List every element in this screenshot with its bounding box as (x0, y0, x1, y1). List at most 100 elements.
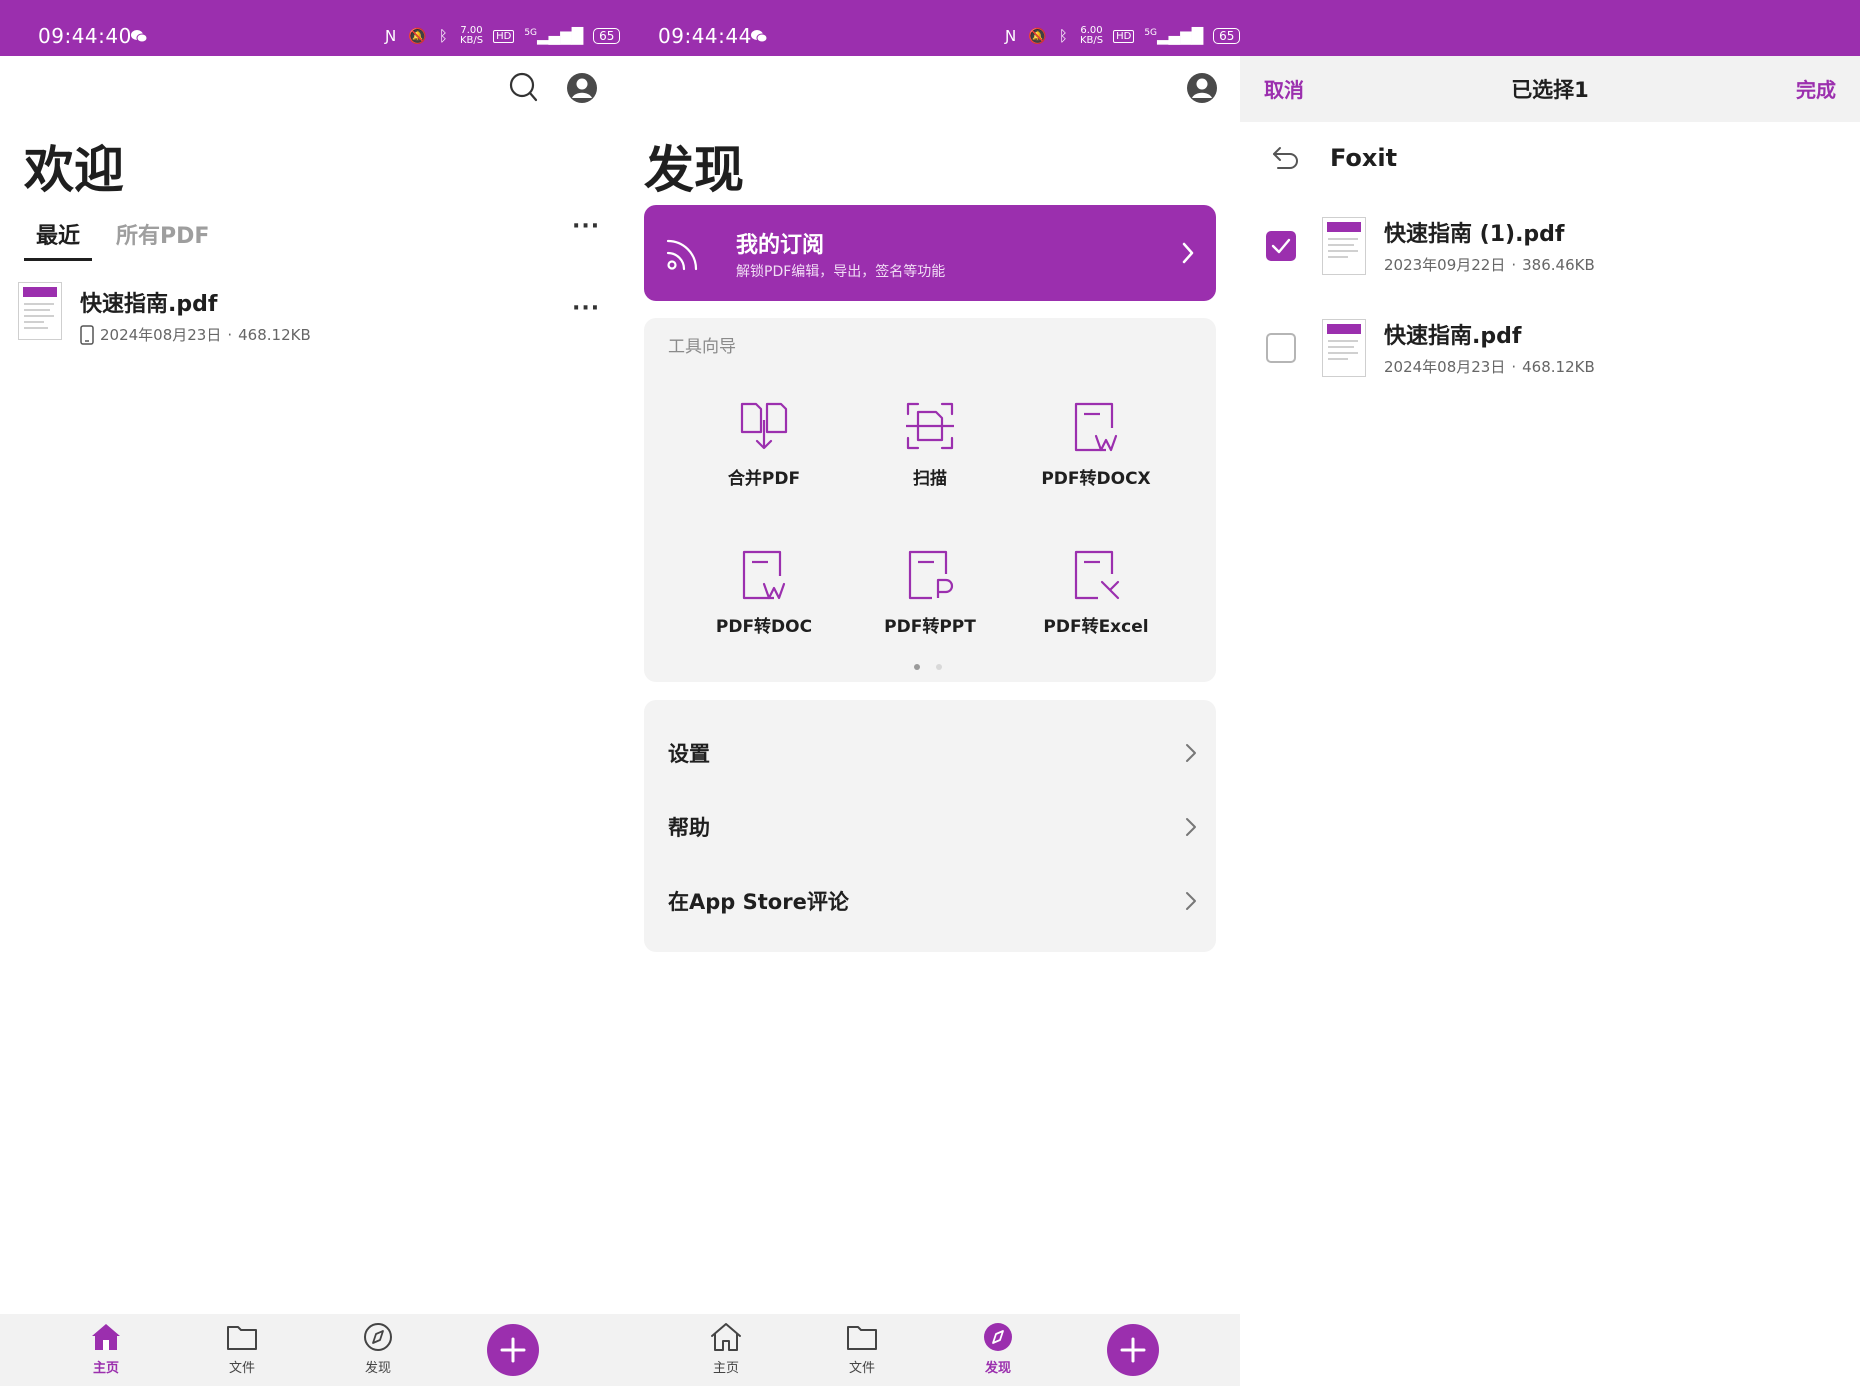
chevron-right-icon (1182, 242, 1194, 264)
tool-scan[interactable]: 扫描 (855, 398, 1005, 489)
tool-pdf-to-ppt[interactable]: PDF转PPT (855, 546, 1005, 637)
file-name: 快速指南.pdf (1384, 324, 1522, 349)
signal-icon: 5G▂▄▆█ (524, 27, 584, 45)
pdf-thumbnail (18, 282, 62, 340)
tool-label: 合并PDF (727, 469, 801, 489)
tool-label: PDF转Excel (1043, 617, 1149, 637)
account-button[interactable] (1184, 70, 1220, 106)
pdf-to-excel-icon (1074, 550, 1120, 600)
home-icon (711, 1323, 741, 1351)
tool-label: PDF转PPT (884, 617, 976, 637)
pdf-thumbnail (1322, 318, 1366, 377)
compass-icon (364, 1323, 392, 1351)
page-title: 欢迎 (24, 141, 124, 199)
settings-card: 设置 帮助 在App Store评论 (644, 700, 1216, 952)
file-meta: 2024年08月23日 · 468.12KB (80, 324, 311, 345)
file-date: 2023年09月22日 (1384, 256, 1506, 274)
page-indicator-dot-active[interactable] (914, 664, 920, 670)
nav-home[interactable]: 主页 (686, 1322, 766, 1376)
merge-pdf-icon (740, 402, 788, 450)
account-button[interactable] (564, 70, 600, 106)
done-button[interactable]: 完成 (1796, 74, 1836, 103)
select-files-screen: 已选择1 取消 完成 Foxit 快速指南 (1).pdf 2023年09月22… (1240, 56, 1860, 1386)
nav-discover[interactable]: 发现 (958, 1322, 1038, 1376)
tool-pdf-to-docx[interactable]: PDF转DOCX (1021, 398, 1171, 489)
pdf-to-docx-icon (1074, 402, 1118, 452)
folder-icon (847, 1326, 877, 1350)
home-screen: 欢迎 最近 所有PDF ··· 快速指南.pdf 2024年08月23日 · 4… (0, 56, 620, 1386)
file-name: 快速指南 (1).pdf (1384, 222, 1565, 247)
wechat-icon (130, 28, 148, 47)
cancel-button[interactable]: 取消 (1264, 74, 1304, 103)
file-tabs: 最近 所有PDF (24, 218, 221, 261)
chevron-right-icon (1186, 892, 1196, 910)
bottom-nav: 主页 文件 发现 (0, 1314, 620, 1386)
mute-icon: 🔕 (408, 27, 429, 45)
chevron-right-icon (1186, 818, 1196, 836)
chevron-right-icon (1186, 744, 1196, 762)
back-arrow-icon (1273, 147, 1298, 169)
tool-merge-pdf[interactable]: 合并PDF (689, 398, 839, 489)
search-icon (509, 72, 538, 102)
pdf-to-ppt-icon (908, 550, 954, 600)
wechat-icon (750, 28, 768, 47)
bluetooth-icon: ᛒ (438, 27, 450, 45)
scan-icon (906, 402, 954, 450)
nav-home[interactable]: 主页 (66, 1322, 146, 1376)
tool-pdf-to-doc[interactable]: PDF转DOC (689, 546, 839, 637)
nav-discover[interactable]: 发现 (338, 1322, 418, 1376)
plus-icon (500, 1337, 526, 1363)
network-speed: 6.00 KB/S (1079, 25, 1104, 46)
tab-recent[interactable]: 最近 (24, 218, 93, 261)
nfc-icon: Ɲ (1005, 27, 1019, 45)
pdf-thumbnail (1322, 216, 1366, 275)
add-button[interactable] (1107, 1324, 1159, 1376)
status-time: 09:44:44 (658, 24, 752, 48)
hd-icon: HD (493, 29, 515, 43)
rss-icon (666, 239, 698, 271)
menu-help[interactable]: 帮助 (668, 790, 1198, 864)
file-size: 468.12KB (238, 325, 311, 344)
search-button[interactable] (506, 70, 542, 106)
add-button[interactable] (487, 1324, 539, 1376)
subscription-title: 我的订阅 (736, 233, 825, 258)
nav-files[interactable]: 文件 (202, 1322, 282, 1376)
page-indicator-dot[interactable] (936, 664, 942, 670)
tools-title: 工具向导 (668, 337, 736, 357)
status-bar-1: 09:44:40 Ɲ 🔕 ᛒ 7.00 KB/S HD 5G▂▄▆█ 65 (0, 0, 621, 56)
mute-icon: 🔕 (1028, 27, 1049, 45)
file-row[interactable]: 快速指南.pdf 2024年08月23日 · 468.12KB (18, 282, 598, 345)
hd-icon: HD (1113, 29, 1135, 43)
bluetooth-icon: ᛒ (1058, 27, 1070, 45)
file-row[interactable]: 快速指南 (1).pdf 2023年09月22日 · 386.46KB (1266, 216, 1826, 275)
battery-indicator: 65 (1213, 28, 1241, 44)
file-meta: 2023年09月22日 · 386.46KB (1384, 255, 1595, 275)
file-checkbox-unchecked[interactable] (1266, 332, 1296, 363)
file-row[interactable]: 快速指南.pdf 2024年08月23日 · 468.12KB (1266, 318, 1826, 377)
battery-indicator: 65 (593, 28, 621, 44)
subscription-subtitle: 解锁PDF编辑，导出，签名等功能 (736, 264, 946, 280)
tool-pdf-to-excel[interactable]: PDF转Excel (1021, 546, 1171, 637)
tabs-more-button[interactable]: ··· (572, 214, 600, 239)
file-date: 2024年08月23日 (100, 326, 222, 344)
selection-count-title: 已选择1 (1511, 78, 1589, 102)
file-checkbox-checked[interactable] (1266, 230, 1296, 261)
folder-name: Foxit (1330, 144, 1398, 172)
signal-icon: 5G▂▄▆█ (1144, 27, 1204, 45)
tool-label: PDF转DOCX (1041, 469, 1151, 489)
menu-settings[interactable]: 设置 (668, 716, 1198, 790)
selection-header: 已选择1 取消 完成 (1240, 56, 1860, 122)
bottom-nav: 主页 文件 发现 (620, 1314, 1240, 1386)
folder-icon (227, 1326, 257, 1350)
menu-app-store-review[interactable]: 在App Store评论 (668, 864, 1198, 938)
nav-files[interactable]: 文件 (822, 1322, 902, 1376)
tab-all-pdf[interactable]: 所有PDF (116, 218, 221, 261)
page-title: 发现 (644, 141, 744, 199)
home-icon (92, 1324, 120, 1350)
compass-icon (984, 1323, 1012, 1351)
pdf-to-doc-icon (742, 550, 786, 600)
status-time: 09:44:40 (38, 24, 132, 48)
file-more-button[interactable]: ··· (572, 296, 600, 321)
subscription-banner[interactable]: 我的订阅 解锁PDF编辑，导出，签名等功能 (644, 205, 1216, 301)
folder-breadcrumb[interactable]: Foxit (1270, 144, 1397, 172)
